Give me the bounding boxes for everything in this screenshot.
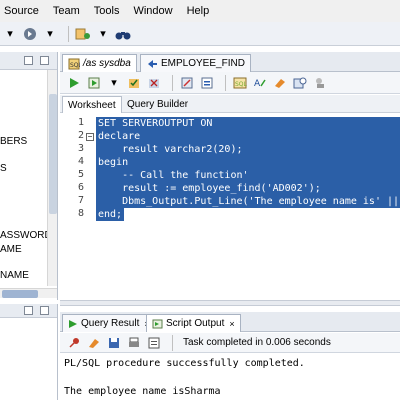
main-toolbar: ▾ ▾ ▾ bbox=[0, 22, 400, 46]
toolbar-separator bbox=[68, 25, 69, 42]
code-line[interactable]: Dbms_Output.Put_Line('The employee name … bbox=[96, 195, 400, 208]
menu-help[interactable]: Help bbox=[187, 5, 210, 17]
autotrace-icon[interactable]: SQL bbox=[232, 75, 248, 91]
line-number: 2 bbox=[77, 130, 84, 141]
navigate-forward-icon[interactable] bbox=[22, 26, 38, 42]
code-line[interactable]: -- Call the function' bbox=[96, 169, 400, 182]
dropdown-arrow-icon[interactable]: ▾ bbox=[2, 26, 18, 42]
menu-tools[interactable]: Tools bbox=[94, 5, 120, 17]
panel-splitter[interactable] bbox=[60, 300, 400, 306]
svg-text:A: A bbox=[254, 79, 261, 89]
pin-icon[interactable] bbox=[66, 335, 82, 351]
svg-text:SQL: SQL bbox=[70, 62, 80, 69]
line-number: 3 bbox=[77, 143, 84, 154]
maximize-icon[interactable] bbox=[40, 56, 49, 65]
editor-tab-bar: SQL /as sysdba EMPLOYEE_FIND bbox=[60, 52, 400, 72]
worksheet-subtabs: Worksheet Query Builder bbox=[60, 95, 400, 113]
tab-label: Script Output bbox=[166, 318, 225, 329]
worksheet-toolbar: ▾ SQL A bbox=[60, 72, 400, 94]
minimize-icon[interactable] bbox=[24, 306, 33, 315]
tree-item[interactable]: S bbox=[0, 163, 7, 174]
dropdown-arrow-icon[interactable]: ▾ bbox=[42, 26, 58, 42]
reports-header bbox=[0, 304, 57, 318]
maximize-icon[interactable] bbox=[40, 306, 49, 315]
connections-navigator: BERS S ASSWORD AME NAME bbox=[0, 52, 58, 300]
menu-bar: Source Team Tools Window Help bbox=[0, 0, 400, 22]
tab-employee-find[interactable]: EMPLOYEE_FIND bbox=[140, 54, 251, 72]
code-line[interactable]: SET SERVEROUTPUT ON bbox=[96, 117, 400, 130]
minimize-icon[interactable] bbox=[24, 56, 33, 65]
tab-query-builder[interactable]: Query Builder bbox=[122, 96, 193, 113]
commit-icon[interactable] bbox=[126, 75, 142, 91]
toolbar-separator bbox=[225, 74, 226, 91]
fold-collapse-icon[interactable]: − bbox=[86, 133, 94, 141]
line-number: 4 bbox=[77, 156, 84, 167]
sql-history-icon[interactable] bbox=[292, 75, 308, 91]
code-line[interactable]: declare bbox=[96, 130, 400, 143]
code-text-area[interactable]: SET SERVEROUTPUT ON declare result varch… bbox=[96, 114, 400, 296]
svg-text:SQL: SQL bbox=[235, 81, 247, 88]
line-number-gutter: 1 2 3 4 5 6 7 8 − bbox=[60, 114, 94, 296]
output-tab-bar: Query Result × Script Output × bbox=[60, 312, 400, 332]
code-line[interactable]: result := employee_find('AD002'); bbox=[96, 182, 400, 195]
tab-worksheet[interactable]: Worksheet bbox=[62, 96, 122, 113]
navigator-header bbox=[0, 52, 57, 70]
code-line[interactable]: result varchar2(20); bbox=[96, 143, 400, 156]
scrollbar-thumb[interactable] bbox=[2, 290, 38, 298]
menu-source[interactable]: Source bbox=[4, 5, 39, 17]
script-output-area[interactable]: PL/SQL procedure successfully completed.… bbox=[60, 354, 400, 400]
reports-panel bbox=[0, 304, 58, 400]
script-output-icon bbox=[152, 319, 163, 328]
eraser-icon[interactable] bbox=[272, 75, 288, 91]
scrollbar-thumb[interactable] bbox=[49, 94, 57, 214]
code-line[interactable]: begin bbox=[96, 156, 400, 169]
clear-icon[interactable] bbox=[86, 335, 102, 351]
tree-item[interactable]: AME bbox=[0, 244, 22, 255]
connection-icon[interactable] bbox=[75, 26, 91, 42]
close-icon[interactable]: × bbox=[229, 319, 234, 329]
rollback-icon[interactable] bbox=[146, 75, 162, 91]
tab-sysdba-worksheet[interactable]: SQL /as sysdba bbox=[62, 54, 137, 72]
code-line[interactable]: end; bbox=[96, 208, 124, 221]
toolbar-separator bbox=[172, 334, 173, 351]
tree-item[interactable]: ASSWORD bbox=[0, 230, 52, 241]
query-result-icon bbox=[69, 319, 77, 328]
format-icon[interactable]: A bbox=[252, 75, 268, 91]
tab-script-output[interactable]: Script Output × bbox=[146, 314, 241, 332]
run-statement-icon[interactable] bbox=[66, 75, 82, 91]
line-number: 6 bbox=[77, 182, 84, 193]
line-number: 7 bbox=[77, 195, 84, 206]
binoculars-icon[interactable] bbox=[115, 26, 131, 42]
tree-item[interactable]: NAME bbox=[0, 270, 29, 281]
menu-team[interactable]: Team bbox=[53, 5, 80, 17]
run-script-icon[interactable] bbox=[86, 75, 102, 91]
navigator-vertical-scrollbar[interactable] bbox=[47, 70, 57, 286]
tuning-advisor-icon[interactable] bbox=[312, 75, 328, 91]
tab-query-result[interactable]: Query Result × bbox=[62, 314, 156, 332]
tree-item[interactable]: BERS bbox=[0, 136, 27, 147]
sql-worksheet-icon: SQL bbox=[68, 58, 80, 69]
save-icon[interactable] bbox=[106, 335, 122, 351]
output-toolbar: Task completed in 0.006 seconds bbox=[60, 333, 400, 353]
unshared-sql-icon[interactable] bbox=[179, 75, 195, 91]
tab-label: /as sysdba bbox=[83, 58, 131, 69]
line-number: 1 bbox=[77, 117, 84, 128]
output-line: The employee name isSharma bbox=[64, 386, 221, 397]
menu-window[interactable]: Window bbox=[133, 5, 172, 17]
tab-label: Query Result bbox=[81, 318, 140, 329]
buffer-icon[interactable] bbox=[146, 335, 162, 351]
print-icon[interactable] bbox=[126, 335, 142, 351]
dropdown-arrow-icon[interactable]: ▾ bbox=[95, 26, 111, 42]
line-number: 5 bbox=[77, 169, 84, 180]
function-icon bbox=[148, 59, 157, 68]
tab-label: EMPLOYEE_FIND bbox=[161, 58, 245, 69]
navigator-horizontal-scrollbar[interactable] bbox=[0, 288, 57, 298]
sql-editor[interactable]: 1 2 3 4 5 6 7 8 − SET SERVEROUTPUT ON de… bbox=[60, 114, 400, 296]
dropdown-arrow-icon[interactable]: ▾ bbox=[106, 75, 122, 91]
toolbar-separator bbox=[172, 74, 173, 91]
explain-plan-icon[interactable] bbox=[199, 75, 215, 91]
output-line: PL/SQL procedure successfully completed. bbox=[64, 358, 305, 369]
line-number: 8 bbox=[77, 208, 84, 219]
task-status-text: Task completed in 0.006 seconds bbox=[183, 337, 331, 348]
